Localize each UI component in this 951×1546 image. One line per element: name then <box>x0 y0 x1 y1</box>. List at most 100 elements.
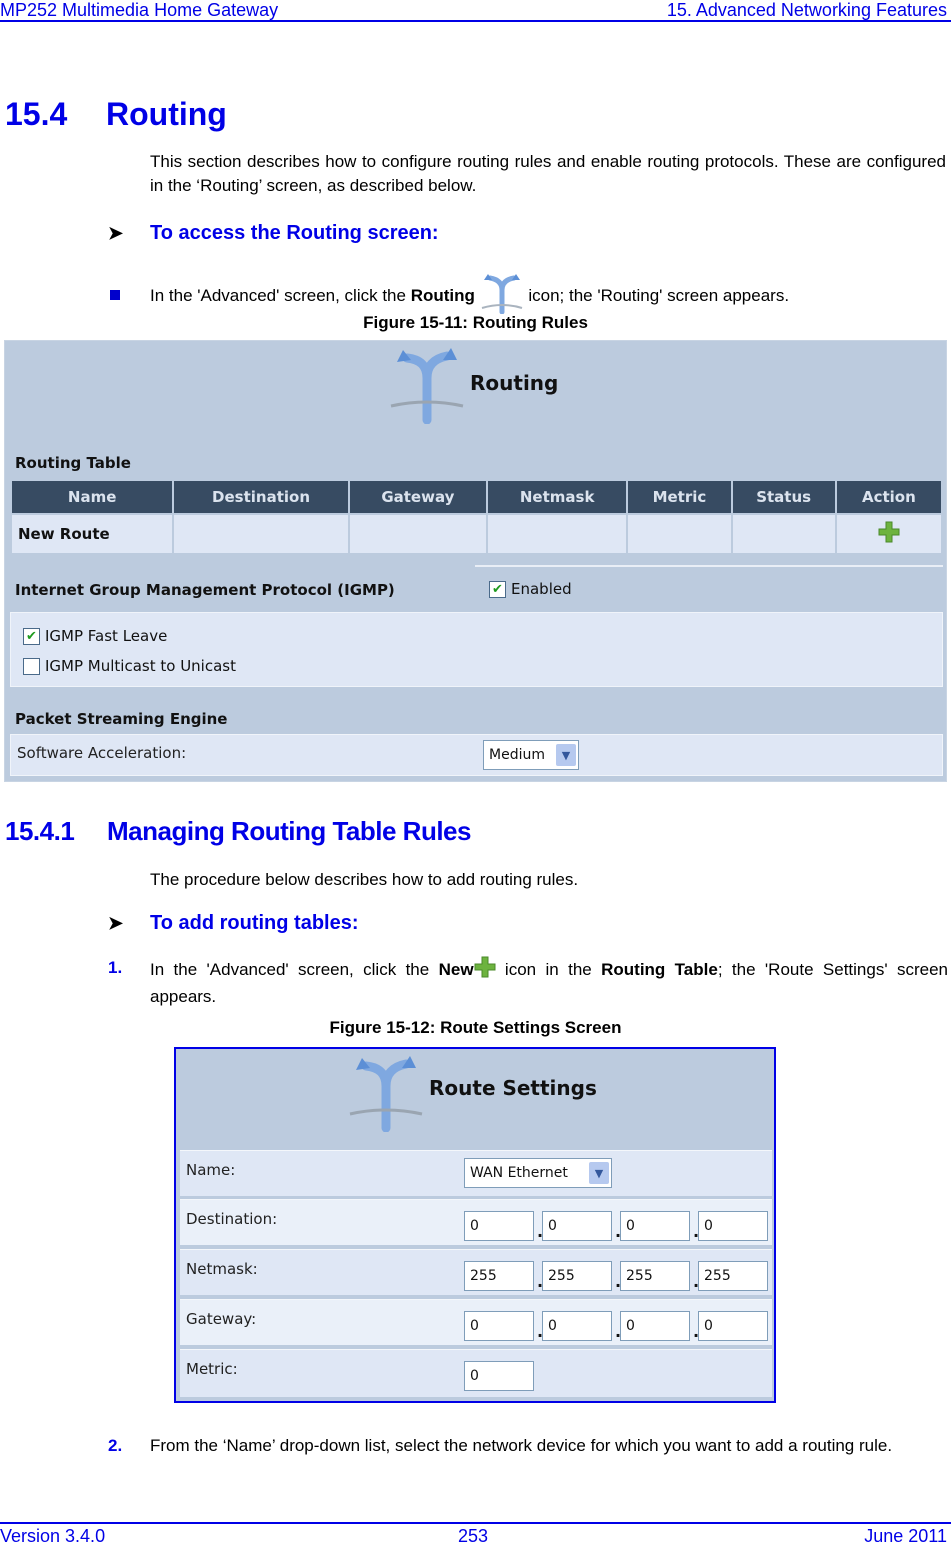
section-number: 15.4 <box>5 96 68 132</box>
procedure-title: To access the Routing screen: <box>150 222 439 244</box>
netmask-octet-3[interactable]: 255 <box>620 1261 690 1291</box>
step-number: 1. <box>108 958 123 977</box>
route-settings-screenshot: Route Settings Name: WAN Ethernet ▼ Dest… <box>174 1047 776 1403</box>
gateway-octet-4[interactable]: 0 <box>698 1311 768 1341</box>
col-action: Action <box>836 481 941 513</box>
checkbox-unchecked-icon[interactable] <box>23 657 40 675</box>
step1-text-c: icon in the <box>495 959 602 979</box>
routing-logo-icon <box>387 346 467 428</box>
add-icon[interactable] <box>878 521 900 547</box>
checkbox-checked-icon[interactable]: ✔ <box>23 627 40 645</box>
col-metric: Metric <box>628 481 731 513</box>
procedure-heading-access: ➤ To access the Routing screen: <box>108 222 439 245</box>
gateway-octet-3[interactable]: 0 <box>620 1311 690 1341</box>
metric-label: Metric: <box>186 1360 238 1378</box>
igmp-fast-leave-label: IGMP Fast Leave <box>45 627 168 645</box>
routing-screenshot: Routing Routing Table Name Destination G… <box>4 340 947 782</box>
netmask-row: Netmask: 255 . 255 . 255 . 255 <box>180 1249 772 1295</box>
figure-caption-1: Figure 15-11: Routing Rules <box>363 313 588 332</box>
page-footer: Version 3.4.0 253 June 2011 <box>0 1522 951 1546</box>
routing-table: Name Destination Gateway Netmask Metric … <box>10 479 943 555</box>
step-2: 2. From the ‘Name’ drop-down list, selec… <box>108 1434 948 1458</box>
gateway-octet-1[interactable]: 0 <box>464 1311 534 1341</box>
step-text: From the ‘Name’ drop-down list, select t… <box>150 1436 893 1455</box>
chevron-down-icon[interactable]: ▼ <box>556 744 576 766</box>
subsection-heading: 15.4.1 Managing Routing Table Rules <box>5 816 471 847</box>
gateway-octet-2[interactable]: 0 <box>542 1311 612 1341</box>
step1-bold-routing-table: Routing Table <box>601 959 718 979</box>
bullet-bold: Routing <box>410 285 475 305</box>
metric-input[interactable]: 0 <box>464 1361 534 1391</box>
procedure-title: To add routing tables: <box>150 912 359 934</box>
checkbox-checked-icon[interactable]: ✔ <box>489 580 506 598</box>
routing-table-label: Routing Table <box>15 454 131 472</box>
routing-screen-title: Routing <box>470 371 559 395</box>
chevron-down-icon[interactable]: ▼ <box>589 1162 609 1184</box>
page-header: MP252 Multimedia Home Gateway 15. Advanc… <box>0 0 951 22</box>
destination-octet-1[interactable]: 0 <box>464 1211 534 1241</box>
routing-logo-icon <box>346 1054 426 1136</box>
name-row: Name: WAN Ethernet ▼ <box>180 1150 772 1196</box>
netmask-octet-1[interactable]: 255 <box>464 1261 534 1291</box>
step1-text-a: In the 'Advanced' screen, click the <box>150 959 439 979</box>
header-chapter-title: 15. Advanced Networking Features <box>666 0 947 20</box>
divider <box>475 565 943 567</box>
bullet-text-1: In the 'Advanced' screen, click the <box>150 285 411 305</box>
subsection-title: Managing Routing Table Rules <box>107 816 471 846</box>
gateway-row: Gateway: 0 . 0 . 0 . 0 <box>180 1299 772 1345</box>
add-icon <box>474 956 496 985</box>
section-intro: This section describes how to configure … <box>150 152 946 195</box>
name-select[interactable]: WAN Ethernet ▼ <box>464 1158 612 1188</box>
destination-label: Destination: <box>186 1210 278 1228</box>
route-settings-title: Route Settings <box>429 1076 597 1100</box>
arrow-bullet-icon: ➤ <box>108 913 124 933</box>
section-heading: 15.4 Routing <box>5 96 227 133</box>
figure-caption-2: Figure 15-12: Route Settings Screen <box>329 1018 622 1037</box>
bullet-text-2: icon; the 'Routing' screen appears. <box>523 285 790 305</box>
section-title: Routing <box>106 96 227 132</box>
netmask-octet-4[interactable]: 255 <box>698 1261 768 1291</box>
igmp-enabled-checkbox[interactable]: ✔ Enabled <box>489 580 572 598</box>
software-acceleration-value: Medium <box>489 747 545 763</box>
new-route-link[interactable]: New Route <box>12 515 173 553</box>
step-number: 2. <box>108 1436 123 1455</box>
col-name: Name <box>12 481 173 513</box>
procedure-heading-add: ➤ To add routing tables: <box>108 912 359 935</box>
col-netmask: Netmask <box>488 481 627 513</box>
gateway-label: Gateway: <box>186 1310 257 1328</box>
col-destination: Destination <box>174 481 348 513</box>
igmp-label: Internet Group Management Protocol (IGMP… <box>15 581 395 599</box>
step1-bold-new: New <box>438 959 474 979</box>
destination-row: Destination: 0 . 0 . 0 . 0 <box>180 1199 772 1245</box>
netmask-octet-2[interactable]: 255 <box>542 1261 612 1291</box>
cell-action <box>836 515 941 553</box>
cell-status <box>732 515 835 553</box>
footer-page-number: 253 <box>458 1526 489 1546</box>
subsection-intro: The procedure below describes how to add… <box>150 870 579 889</box>
header-doc-title: MP252 Multimedia Home Gateway <box>0 0 279 20</box>
software-acceleration-label: Software Acceleration: <box>17 744 187 762</box>
name-select-value: WAN Ethernet <box>470 1165 568 1181</box>
igmp-options-panel: ✔ IGMP Fast Leave IGMP Multicast to Unica… <box>10 612 943 687</box>
igmp-multicast-to-unicast-checkbox[interactable]: IGMP Multicast to Unicast <box>23 657 236 675</box>
cell-destination <box>174 515 348 553</box>
cell-metric <box>628 515 731 553</box>
routing-table-header: Name Destination Gateway Netmask Metric … <box>12 481 941 513</box>
col-gateway: Gateway <box>349 481 487 513</box>
square-bullet-icon <box>110 289 120 300</box>
software-acceleration-select[interactable]: Medium ▼ <box>483 740 579 770</box>
cell-netmask <box>488 515 627 553</box>
netmask-label: Netmask: <box>186 1260 258 1278</box>
igmp-multicast-to-unicast-label: IGMP Multicast to Unicast <box>45 657 236 675</box>
name-label: Name: <box>186 1161 236 1179</box>
col-status: Status <box>732 481 835 513</box>
footer-date: June 2011 <box>864 1526 947 1546</box>
destination-octet-4[interactable]: 0 <box>698 1211 768 1241</box>
table-row: New Route <box>12 515 941 553</box>
destination-octet-3[interactable]: 0 <box>620 1211 690 1241</box>
cell-gateway <box>349 515 487 553</box>
destination-octet-2[interactable]: 0 <box>542 1211 612 1241</box>
igmp-fast-leave-checkbox[interactable]: ✔ IGMP Fast Leave <box>23 627 167 645</box>
subsection-number: 15.4.1 <box>5 816 75 846</box>
footer-version: Version 3.4.0 <box>0 1526 106 1546</box>
